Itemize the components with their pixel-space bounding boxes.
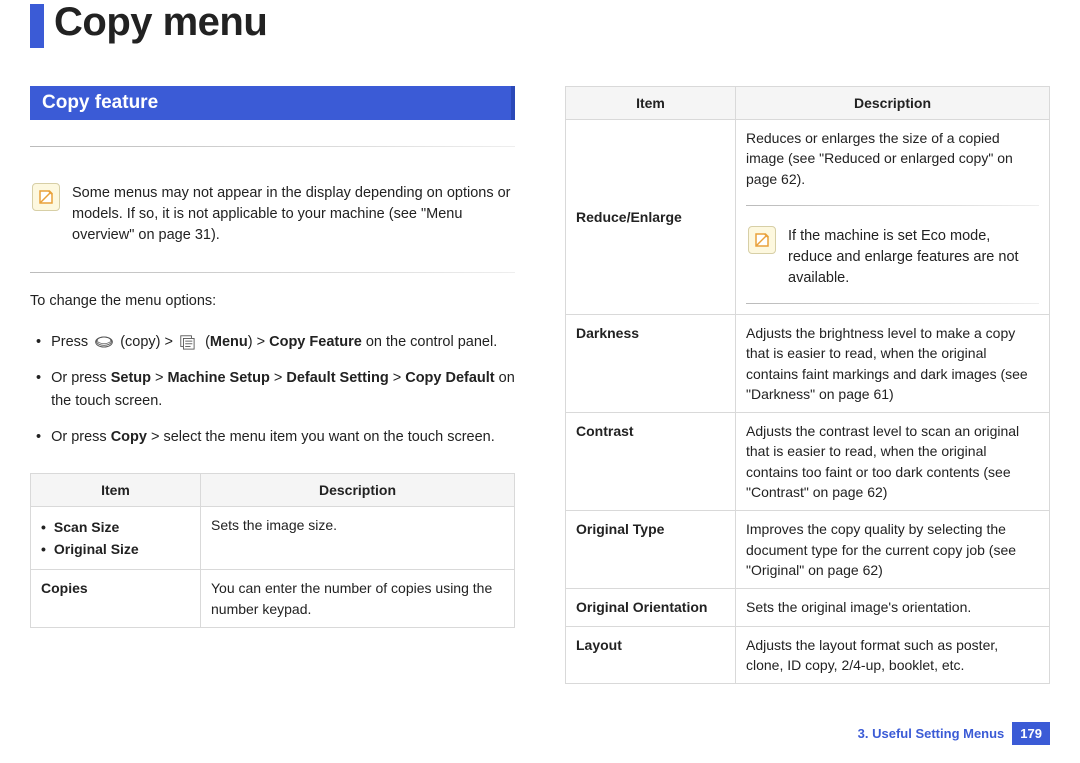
right-column: Item Description Reduce/Enlarge Reduces … [565,86,1050,684]
table-row: Darkness Adjusts the brightness level to… [566,314,1050,412]
title-accent-bar [30,4,44,48]
bullet-2-pre: Or press [51,370,111,386]
note-icon [748,226,776,254]
note-text: Some menus may not appear in the display… [72,183,513,246]
table-row: Contrast Adjusts the contrast level to s… [566,413,1050,511]
right-table: Item Description Reduce/Enlarge Reduces … [565,86,1050,684]
copy-icon [94,334,114,350]
bullet-1: Press (copy) > (Menu) > Copy Feature on … [30,331,515,353]
bullet-3-pre: Or press [51,429,111,445]
left-column: Copy feature Some menus may not appear i… [30,86,515,684]
table-row: Copies You can enter the number of copie… [31,570,515,628]
th-desc: Description [201,473,515,506]
table-row: Original Type Improves the copy quality … [566,511,1050,589]
bullet-2: Or press Setup > Machine Setup > Default… [30,367,515,412]
bullet-1-menu-bold: Menu [210,334,248,350]
bullet-1-copy: (copy) > [120,334,173,350]
page-title: Copy menu [54,0,267,45]
menu-icon [179,334,199,350]
info-note: Some menus may not appear in the display… [30,177,515,252]
section-header: Copy feature [30,86,515,120]
table-row: Layout Adjusts the layout format such as… [566,626,1050,684]
table-row: Reduce/Enlarge Reduces or enlarges the s… [566,120,1050,315]
th-item: Item [31,473,201,506]
left-table: Item Description Scan Size Original Size… [30,473,515,628]
bullet-3-post: > select the menu item you want on the t… [147,429,495,445]
table-row: Scan Size Original Size Sets the image s… [31,506,515,570]
footer-chapter: 3. Useful Setting Menus [858,726,1005,741]
bullet-1-cf-bold: Copy Feature [269,334,362,350]
page-title-row: Copy menu [30,0,1050,48]
th-item-r: Item [566,87,736,120]
table-row: Original Orientation Sets the original i… [566,589,1050,626]
intro-line: To change the menu options: [30,291,515,313]
instruction-bullets: Press (copy) > (Menu) > Copy Feature on … [30,331,515,449]
footer-page-number: 179 [1012,722,1050,745]
bullet-3: Or press Copy > select the menu item you… [30,426,515,448]
footer: 3. Useful Setting Menus 179 [858,722,1050,745]
reduce-desc: Reduces or enlarges the size of a copied… [746,128,1039,189]
eco-note: If the machine is set Eco mode, reduce a… [746,220,1039,295]
eco-note-text: If the machine is set Eco mode, reduce a… [788,226,1037,289]
bullet-1-pre: Press [51,334,88,350]
note-icon [32,183,60,211]
th-desc-r: Description [736,87,1050,120]
